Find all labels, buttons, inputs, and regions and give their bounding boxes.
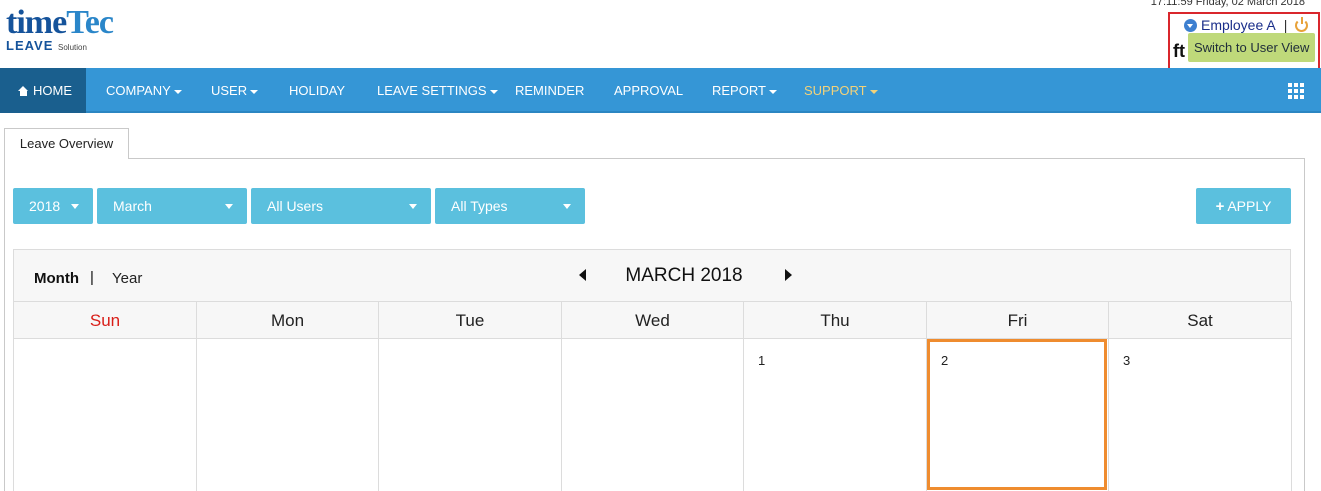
- apply-button-label: APPLY: [1227, 198, 1272, 214]
- switch-to-user-view-tooltip: Switch to User View: [1188, 33, 1316, 62]
- day-number: 1: [758, 353, 766, 368]
- chevron-down-icon: [225, 204, 233, 209]
- day-number: 3: [1123, 353, 1131, 368]
- calendar-toolbar: Month | Year MARCH 2018: [13, 249, 1291, 301]
- month-select[interactable]: March: [97, 188, 247, 224]
- users-select[interactable]: All Users: [251, 188, 431, 224]
- timetec-leave-logo[interactable]: timeTec LEAVE Solution: [6, 6, 114, 54]
- nav-company[interactable]: COMPANY: [106, 68, 182, 113]
- month-select-value: March: [113, 198, 152, 214]
- chevron-down-icon: [489, 89, 498, 94]
- logo-leave: LEAVE: [6, 38, 54, 53]
- nav-home[interactable]: HOME: [0, 68, 86, 113]
- apply-button[interactable]: + APPLY: [1196, 188, 1291, 224]
- weekday-wed: Wed: [562, 301, 744, 339]
- view-month-link[interactable]: Month: [34, 270, 79, 287]
- tab-leave-overview[interactable]: Leave Overview: [4, 128, 129, 159]
- next-month-icon[interactable]: [785, 269, 792, 281]
- year-select-value: 2018: [29, 198, 61, 214]
- logo-time: time: [6, 4, 67, 41]
- nav-user-label: USER: [211, 83, 248, 98]
- current-datetime: 17:11:59 Friday, 02 March 2018: [1150, 0, 1305, 8]
- main-navigation: HOME COMPANY USER HOLIDAY LEAVE SETTINGS…: [0, 68, 1321, 113]
- chevron-down-icon: [563, 204, 571, 209]
- nav-approval[interactable]: APPROVAL: [614, 68, 683, 113]
- types-select[interactable]: All Types: [435, 188, 585, 224]
- day-number-today: 2: [941, 353, 949, 368]
- weekday-fri: Fri: [927, 301, 1109, 339]
- weekday-mon: Mon: [197, 301, 379, 339]
- calendar-day-cell[interactable]: [379, 339, 562, 491]
- nav-reminder[interactable]: REMINDER: [515, 68, 584, 113]
- calendar-day-cell[interactable]: [562, 339, 744, 491]
- nav-user[interactable]: USER: [211, 68, 259, 113]
- view-separator: |: [90, 269, 94, 286]
- calendar-day-cell[interactable]: [197, 339, 379, 491]
- weekday-sat: Sat: [1109, 301, 1292, 339]
- chevron-down-icon: [173, 89, 182, 94]
- weekday-tue: Tue: [379, 301, 562, 339]
- nav-home-label: HOME: [33, 83, 72, 98]
- calendar-day-cell-1[interactable]: 1: [744, 339, 927, 491]
- nav-holiday-label: HOLIDAY: [289, 83, 346, 98]
- user-dropdown-icon[interactable]: [1184, 18, 1197, 32]
- nav-support-label: SUPPORT: [804, 83, 867, 98]
- weekday-thu: Thu: [744, 301, 927, 339]
- logo-solution: Solution: [58, 43, 87, 52]
- chevron-down-icon: [250, 89, 259, 94]
- logo-tec: Tec: [66, 4, 114, 41]
- chevron-down-icon: [71, 204, 79, 209]
- nav-company-label: COMPANY: [106, 83, 171, 98]
- nav-report[interactable]: REPORT: [712, 68, 777, 113]
- nav-support[interactable]: SUPPORT: [804, 68, 878, 113]
- plus-icon: +: [1215, 198, 1225, 215]
- nav-reminder-label: REMINDER: [515, 83, 585, 98]
- nav-approval-label: APPROVAL: [614, 83, 684, 98]
- calendar-day-cell[interactable]: [14, 339, 197, 491]
- nav-report-label: REPORT: [712, 83, 766, 98]
- types-select-value: All Types: [451, 198, 508, 214]
- weekday-sun: Sun: [14, 301, 197, 339]
- calendar-day-cell-3[interactable]: 3: [1109, 339, 1292, 491]
- year-select[interactable]: 2018: [13, 188, 93, 224]
- chevron-down-icon: [409, 204, 417, 209]
- today-highlight[interactable]: 2: [927, 339, 1107, 490]
- chevron-down-icon: [768, 89, 777, 94]
- chevron-down-icon: [869, 89, 878, 94]
- home-icon: [18, 86, 29, 96]
- calendar-title: MARCH 2018: [625, 265, 743, 286]
- user-name-link[interactable]: Employee A: [1201, 17, 1276, 33]
- nav-leave-settings-label: LEAVE SETTINGS: [377, 83, 487, 98]
- user-separator: |: [1283, 17, 1288, 33]
- partial-text: ft: [1173, 41, 1185, 61]
- power-icon[interactable]: [1295, 16, 1309, 32]
- nav-holiday[interactable]: HOLIDAY: [289, 68, 345, 113]
- nav-leave-settings[interactable]: LEAVE SETTINGS: [377, 68, 498, 113]
- view-year-link[interactable]: Year: [112, 270, 142, 287]
- apps-grid-icon[interactable]: [1288, 83, 1304, 99]
- users-select-value: All Users: [267, 198, 324, 214]
- header: timeTec LEAVE Solution 17:11:59 Friday, …: [0, 0, 1321, 84]
